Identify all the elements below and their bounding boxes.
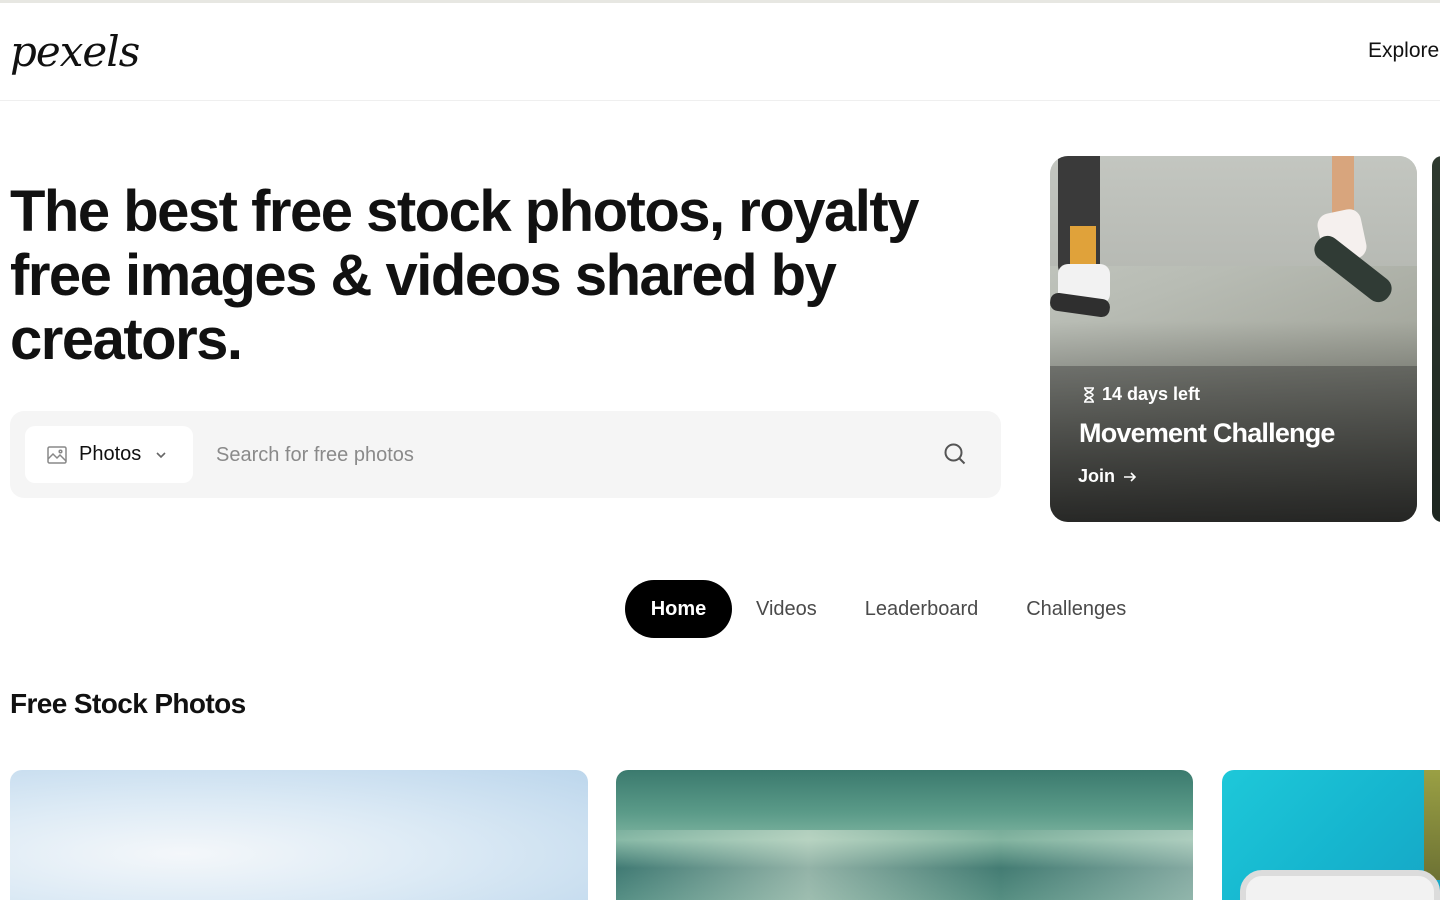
tab-challenges[interactable]: Challenges <box>1002 580 1150 638</box>
photo-plant <box>1424 770 1440 880</box>
search-input[interactable] <box>216 433 916 477</box>
section-title: Free Stock Photos <box>10 688 246 719</box>
challenge-join-label: Join <box>1078 466 1116 486</box>
tab-videos[interactable]: Videos <box>732 580 841 638</box>
photo-texture <box>616 830 1193 900</box>
image-icon <box>45 443 69 467</box>
hero-title: The best free stock photos, royalty free… <box>10 179 919 372</box>
challenge-join-link[interactable]: Join <box>1078 466 1139 487</box>
challenge-time-text: 14 days left <box>1102 384 1201 404</box>
photo-card[interactable] <box>616 770 1193 900</box>
next-challenge-card[interactable] <box>1432 156 1440 522</box>
photo-device <box>1240 870 1440 900</box>
photo-card[interactable] <box>10 770 588 900</box>
card-photo-leg-right <box>1332 156 1354 216</box>
arrow-right-icon <box>1121 468 1139 486</box>
search-button[interactable] <box>940 439 970 469</box>
challenge-card[interactable]: 14 days left Movement Challenge Join <box>1050 156 1417 522</box>
nav-explore-link[interactable]: Explore <box>1368 39 1439 63</box>
search-type-dropdown[interactable]: Photos <box>25 426 193 483</box>
card-photo-sock <box>1070 226 1096 266</box>
search-type-label: Photos <box>79 443 142 465</box>
hourglass-icon <box>1080 386 1098 404</box>
main-tabs: Home Videos Leaderboard Challenges <box>625 580 1150 638</box>
search-icon <box>942 441 968 467</box>
logo-text: pexels <box>10 26 140 76</box>
challenge-time-badge: 14 days left <box>1080 384 1200 405</box>
tab-leaderboard[interactable]: Leaderboard <box>841 580 1002 638</box>
photo-card[interactable] <box>1222 770 1440 900</box>
navbar: pexels Explore <box>0 3 1440 101</box>
chevron-down-icon <box>153 447 169 463</box>
tab-home[interactable]: Home <box>625 580 732 638</box>
search-bar: Photos <box>10 411 1001 498</box>
challenge-title: Movement Challenge <box>1079 418 1335 448</box>
pexels-logo[interactable]: pexels <box>10 21 140 81</box>
